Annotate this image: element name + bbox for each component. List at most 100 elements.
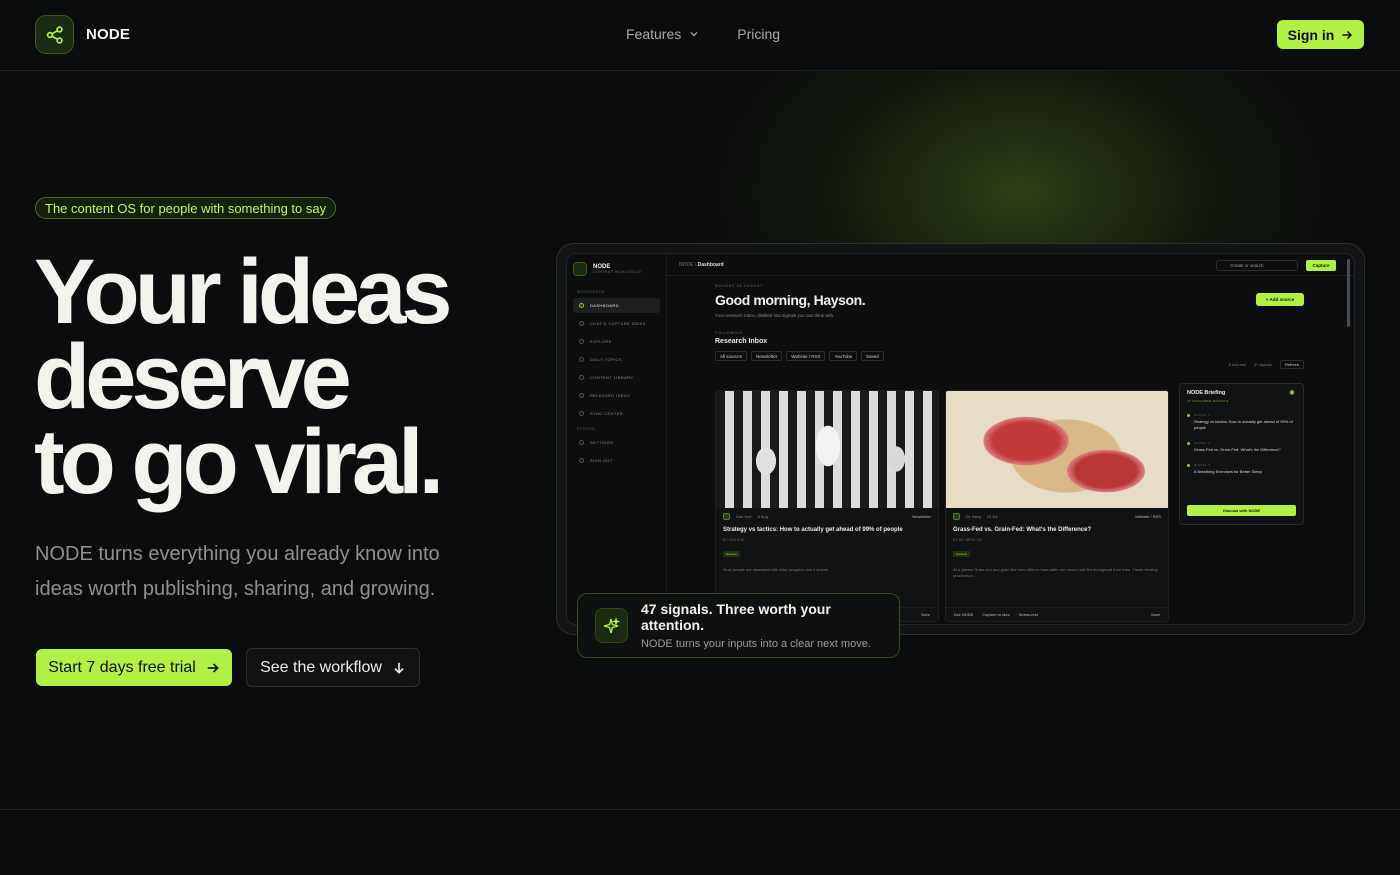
breadcrumb-current: Dashboard bbox=[697, 262, 724, 268]
briefing-item-text: Strategy vs tactics: How to actually get… bbox=[1194, 419, 1293, 430]
chip-all-sources[interactable]: All sources bbox=[715, 351, 748, 361]
card-tag: General bbox=[953, 550, 970, 557]
brand-name: NODE bbox=[86, 26, 131, 43]
nav-features[interactable]: Features bbox=[626, 26, 699, 42]
briefing-item-text: Grass-Fed vs. Grain-Fed: What's the Diff… bbox=[1194, 447, 1281, 452]
card-source: Newsletter bbox=[912, 514, 931, 519]
app-search-input[interactable]: Create or search bbox=[1216, 260, 1298, 271]
ask-node-action[interactable]: Ask NODE bbox=[954, 612, 973, 617]
card-body: Dan Koe 8 Aug Newsletter Strategy vs tac… bbox=[716, 508, 938, 578]
inbox-title: Research Inbox bbox=[715, 338, 768, 345]
hero-subtitle-line-2: ideas worth publishing, sharing, and gro… bbox=[35, 578, 436, 600]
hero-subtitle-line-1: NODE turns everything you already know i… bbox=[35, 543, 440, 565]
card-excerpt: At a glance Grass-fed and grain-fed beef… bbox=[953, 566, 1158, 578]
see-workflow-button[interactable]: See the workflow bbox=[246, 648, 420, 687]
start-trial-label: Start 7 days free trial bbox=[48, 658, 196, 676]
chip-saved[interactable]: Saved bbox=[861, 351, 884, 361]
briefing-title: NODE Briefing bbox=[1187, 390, 1226, 396]
sidebar-item-chat[interactable]: CHAT & CAPTURE IDEAS bbox=[573, 316, 660, 331]
breadcrumb-root[interactable]: NODE bbox=[679, 262, 693, 268]
signals-toast: 47 signals. Three worth your attention. … bbox=[577, 593, 900, 658]
gear-icon bbox=[579, 440, 584, 445]
sync-icon bbox=[579, 411, 584, 416]
card-byline: BY DR. BERG, DC bbox=[953, 537, 983, 542]
sidebar-item-label: DAILY TOPICS bbox=[590, 357, 622, 362]
sidebar-item-sign-out[interactable]: SIGN OUT bbox=[573, 453, 660, 468]
hero-subtitle: NODE turns everything you already know i… bbox=[35, 537, 495, 607]
nav-links: Features Pricing bbox=[626, 26, 780, 42]
app-brand: NODE CONTENT WORKSPACE bbox=[573, 262, 660, 276]
sidebar-item-explore[interactable]: EXPLORE bbox=[573, 334, 660, 349]
inbox-cards: Dan Koe 8 Aug Newsletter Strategy vs tac… bbox=[715, 390, 1169, 622]
hero-headline: Your ideas deserve to go viral. bbox=[34, 241, 453, 508]
briefing-item-label: SIGNAL 3 bbox=[1194, 463, 1211, 467]
card-title: Grass-Fed vs. Grain-Fed: What's the Diff… bbox=[953, 527, 1092, 533]
save-action[interactable]: Save bbox=[921, 612, 930, 617]
sidebar-item-content-library[interactable]: CONTENT LIBRARY bbox=[573, 370, 660, 385]
card-source: Website / RSS bbox=[1135, 514, 1161, 519]
source-filter-chips: All sources Newsletter Website / RSS You… bbox=[715, 351, 1304, 361]
share-icon bbox=[35, 15, 74, 54]
card-date: 8 Aug bbox=[757, 514, 768, 519]
headline-line-1: Your ideas bbox=[34, 241, 453, 343]
sidebar-item-settings[interactable]: SETTINGS bbox=[573, 435, 660, 450]
discuss-with-node-button[interactable]: Discuss with NODE bbox=[1187, 505, 1296, 516]
app-preview-frame: NODE CONTENT WORKSPACE WORKSPACE DASHBOA… bbox=[556, 243, 1365, 635]
dashboard-icon bbox=[579, 303, 584, 308]
arrow-down-icon bbox=[394, 662, 404, 674]
sparkle-icon bbox=[595, 608, 628, 643]
sidebar-item-label: CHAT & CAPTURE IDEAS bbox=[590, 321, 646, 326]
app-topbar: NODE / Dashboard Create or search Captur… bbox=[667, 254, 1354, 276]
scrollbar[interactable] bbox=[1347, 259, 1350, 327]
calendar-icon bbox=[579, 357, 584, 362]
chip-newsletter[interactable]: Newsletter bbox=[751, 351, 783, 361]
hero-tagline-pill: The content OS for people with something… bbox=[35, 197, 337, 219]
briefing-panel: NODE Briefing 47 AVAILABLE SIGNALS ✺ SIG… bbox=[1179, 383, 1304, 525]
stress-test-action[interactable]: Stress-test bbox=[1019, 612, 1038, 617]
inbox-card[interactable]: Dan Koe 8 Aug Newsletter Strategy vs tac… bbox=[715, 390, 939, 622]
inbox-card[interactable]: Dr. Berg 20 Jul Website / RSS Grass-Fed … bbox=[945, 390, 1169, 622]
sidebar-group-system: SYSTEM bbox=[577, 427, 595, 431]
signin-button[interactable]: Sign in bbox=[1277, 20, 1364, 49]
sidebar-item-released-ideas[interactable]: RELEASED IDEAS bbox=[573, 388, 660, 403]
chip-website-rss[interactable]: Website / RSS bbox=[786, 351, 826, 361]
app-brand-sub: CONTENT WORKSPACE bbox=[593, 270, 642, 274]
briefing-item-label: SIGNAL 1 bbox=[1194, 413, 1211, 417]
see-workflow-label: See the workflow bbox=[260, 658, 382, 676]
add-source-button[interactable]: + Add source bbox=[1256, 293, 1304, 306]
signals-count: 47 signals bbox=[1253, 362, 1272, 367]
explore-icon bbox=[579, 339, 584, 344]
date-eyebrow: MONDAY 18 AUGUST bbox=[715, 284, 764, 288]
arrow-right-icon bbox=[1342, 30, 1353, 39]
nav-pricing[interactable]: Pricing bbox=[737, 26, 780, 42]
app-logo-icon bbox=[573, 262, 587, 276]
steak-image bbox=[946, 391, 1168, 508]
app-capture-button[interactable]: Capture bbox=[1306, 260, 1336, 271]
inbox-meta: 6 sources 47 signals Refresh bbox=[1229, 360, 1304, 369]
chip-youtube[interactable]: YouTube bbox=[829, 351, 858, 361]
sidebar-item-label: CONTENT LIBRARY bbox=[590, 375, 634, 380]
sidebar-group-workspace: WORKSPACE bbox=[577, 290, 605, 294]
sidebar-item-sync-center[interactable]: SYNC CENTER bbox=[573, 406, 660, 421]
refresh-button[interactable]: Refresh bbox=[1279, 360, 1304, 369]
sidebar-item-daily-topics[interactable]: DAILY TOPICS bbox=[573, 352, 660, 367]
briefing-item[interactable]: SIGNAL 3 6 Breathing Exercises for Better… bbox=[1187, 462, 1296, 475]
briefing-item[interactable]: SIGNAL 2 Grass-Fed vs. Grain-Fed: What's … bbox=[1187, 440, 1296, 453]
start-trial-button[interactable]: Start 7 days free trial bbox=[36, 649, 232, 686]
radar-icon: ✺ bbox=[1289, 390, 1295, 397]
briefing-item[interactable]: SIGNAL 1 Strategy vs tactics: How to actu… bbox=[1187, 412, 1296, 431]
chevron-down-icon bbox=[690, 32, 698, 37]
briefing-item-text: 6 Breathing Exercises for Better Sleep bbox=[1194, 469, 1262, 474]
brand-link[interactable]: NODE bbox=[35, 15, 130, 54]
arrow-right-icon bbox=[207, 662, 219, 673]
avatar bbox=[953, 513, 960, 520]
save-action[interactable]: Save bbox=[1151, 612, 1160, 617]
briefing-subtitle: 47 AVAILABLE SIGNALS bbox=[1187, 399, 1229, 403]
sidebar-item-dashboard[interactable]: DASHBOARD bbox=[573, 298, 660, 313]
card-excerpt: Most people are obsessed with false prog… bbox=[723, 566, 829, 572]
app-preview-screen: NODE CONTENT WORKSPACE WORKSPACE DASHBOA… bbox=[566, 253, 1355, 625]
sidebar-item-label: SYNC CENTER bbox=[590, 411, 624, 416]
following-label: FOLLOWING bbox=[715, 331, 744, 335]
capture-idea-action[interactable]: Capture to idea bbox=[982, 612, 1009, 617]
sources-count: 6 sources bbox=[1228, 362, 1246, 367]
